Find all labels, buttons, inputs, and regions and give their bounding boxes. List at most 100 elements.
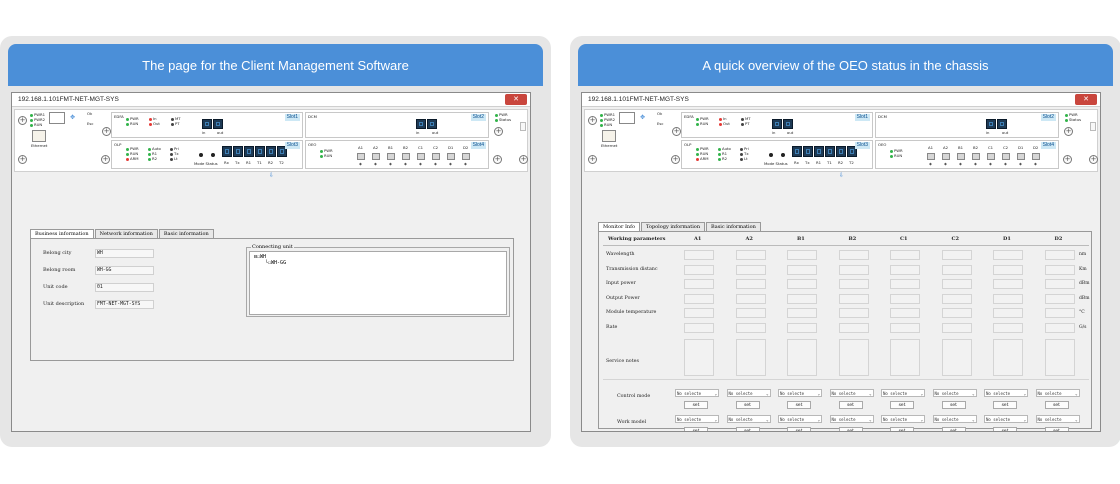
cell-B1-2[interactable] — [787, 279, 817, 289]
cell-C1-5[interactable] — [890, 322, 920, 333]
cell-B2-1[interactable] — [838, 264, 869, 275]
work-model-select-A1[interactable]: No selecte ⌄ — [675, 415, 719, 423]
unit-tree[interactable]: ⊟☐WH └☐WH-GG — [249, 251, 507, 315]
service-notes-D2[interactable] — [1044, 339, 1075, 376]
status-button-icon[interactable] — [781, 153, 785, 157]
cell-C2-1[interactable] — [941, 264, 972, 275]
cell-A2-2[interactable] — [735, 279, 766, 289]
cell-B1-0[interactable] — [787, 250, 817, 260]
work-model-set-A2[interactable]: set — [735, 427, 760, 431]
service-notes-B1[interactable] — [787, 339, 817, 376]
cell-A1-2[interactable] — [684, 279, 714, 289]
control-mode-set-B1[interactable]: set — [787, 401, 811, 409]
collapse-arrow-icon[interactable]: ⇩ — [839, 172, 844, 179]
control-mode-select-C1[interactable]: No selecte ⌄ — [881, 389, 925, 397]
control-mode-set-C2[interactable]: set — [941, 401, 966, 409]
scrollbar-thumb[interactable] — [520, 122, 526, 131]
cell-D1-4[interactable] — [993, 308, 1023, 318]
close-button[interactable]: ✕ — [505, 94, 527, 105]
field-value-1[interactable]: WH-GG — [95, 266, 154, 275]
control-mode-select-A2[interactable]: No selecte ⌄ — [726, 389, 771, 397]
work-model-select-C1[interactable]: No selecte ⌄ — [881, 415, 925, 423]
cell-D1-3[interactable] — [993, 293, 1023, 304]
close-button[interactable]: ✕ — [1075, 94, 1097, 105]
control-mode-select-D1[interactable]: No selecte ⌄ — [984, 389, 1028, 397]
cell-C2-5[interactable] — [941, 322, 972, 333]
cell-A1-5[interactable] — [684, 322, 714, 333]
control-mode-select-B1[interactable]: No selecte ⌄ — [778, 389, 822, 397]
cell-D2-5[interactable] — [1044, 322, 1075, 333]
cell-A2-4[interactable] — [735, 308, 766, 318]
work-model-set-D1[interactable]: set — [993, 427, 1017, 431]
work-model-set-B1[interactable]: set — [787, 427, 811, 431]
cell-D1-5[interactable] — [993, 322, 1023, 333]
work-model-select-C2[interactable]: No selecte ⌄ — [932, 415, 977, 423]
cell-C1-2[interactable] — [890, 279, 920, 289]
cell-A1-3[interactable] — [684, 293, 714, 304]
cell-A1-4[interactable] — [684, 308, 714, 318]
cell-A1-1[interactable] — [684, 264, 714, 275]
nav-pad-icon[interactable]: ✥ — [640, 114, 645, 121]
control-mode-select-D2[interactable]: No selecte ⌄ — [1035, 389, 1080, 397]
control-mode-select-A1[interactable]: No selecte ⌄ — [675, 389, 719, 397]
service-notes-C2[interactable] — [941, 339, 972, 376]
cell-B1-4[interactable] — [787, 308, 817, 318]
cell-B2-3[interactable] — [838, 293, 869, 304]
control-mode-set-B2[interactable]: set — [838, 401, 863, 409]
cell-B1-3[interactable] — [787, 293, 817, 304]
nav-pad-icon[interactable]: ✥ — [70, 114, 75, 121]
cell-C1-0[interactable] — [890, 250, 920, 260]
cell-A2-1[interactable] — [735, 264, 766, 275]
work-model-select-B1[interactable]: No selecte ⌄ — [778, 415, 822, 423]
cell-B2-5[interactable] — [838, 322, 869, 333]
cell-A2-5[interactable] — [735, 322, 766, 333]
cell-A2-3[interactable] — [735, 293, 766, 304]
work-model-select-B2[interactable]: No selecte ⌄ — [829, 415, 874, 423]
cell-B1-5[interactable] — [787, 322, 817, 333]
service-notes-B2[interactable] — [838, 339, 869, 376]
control-mode-select-C2[interactable]: No selecte ⌄ — [932, 389, 977, 397]
cell-C2-0[interactable] — [941, 250, 972, 260]
control-mode-set-A1[interactable]: set — [684, 401, 708, 409]
cell-B2-4[interactable] — [838, 308, 869, 318]
cell-C2-4[interactable] — [941, 308, 972, 318]
mode-button-icon[interactable] — [769, 153, 773, 157]
control-mode-set-D2[interactable]: set — [1044, 401, 1069, 409]
field-value-2[interactable]: 01 — [95, 283, 154, 292]
service-notes-A2[interactable] — [735, 339, 766, 376]
cell-A2-0[interactable] — [735, 250, 766, 260]
service-notes-A1[interactable] — [684, 339, 714, 376]
cell-B1-1[interactable] — [787, 264, 817, 275]
tree-child[interactable]: └☐WH-GG — [265, 260, 286, 266]
field-value-0[interactable]: WH — [95, 249, 154, 258]
cell-B2-0[interactable] — [838, 250, 869, 260]
cell-D2-4[interactable] — [1044, 308, 1075, 318]
cell-A1-0[interactable] — [684, 250, 714, 260]
work-model-set-C1[interactable]: set — [890, 427, 914, 431]
cell-D2-3[interactable] — [1044, 293, 1075, 304]
cell-C1-3[interactable] — [890, 293, 920, 304]
work-model-select-D1[interactable]: No selecte ⌄ — [984, 415, 1028, 423]
control-mode-select-B2[interactable]: No selecte ⌄ — [829, 389, 874, 397]
control-mode-set-C1[interactable]: set — [890, 401, 914, 409]
work-model-set-D2[interactable]: set — [1044, 427, 1069, 431]
cell-C1-4[interactable] — [890, 308, 920, 318]
status-button-icon[interactable] — [211, 153, 215, 157]
service-notes-C1[interactable] — [890, 339, 920, 376]
cell-C2-2[interactable] — [941, 279, 972, 289]
cell-D1-0[interactable] — [993, 250, 1023, 260]
work-model-set-C2[interactable]: set — [941, 427, 966, 431]
cell-D1-1[interactable] — [993, 264, 1023, 275]
field-value-3[interactable]: FMT-NET-MGT-SYS — [95, 300, 154, 309]
cell-B2-2[interactable] — [838, 279, 869, 289]
scrollbar-thumb[interactable] — [1090, 122, 1096, 131]
work-model-select-D2[interactable]: No selecte ⌄ — [1035, 415, 1080, 423]
work-model-select-A2[interactable]: No selecte ⌄ — [726, 415, 771, 423]
service-notes-D1[interactable] — [993, 339, 1023, 376]
collapse-arrow-icon[interactable]: ⇩ — [269, 172, 274, 179]
cell-D2-2[interactable] — [1044, 279, 1075, 289]
work-model-set-A1[interactable]: set — [684, 427, 708, 431]
work-model-set-B2[interactable]: set — [838, 427, 863, 431]
cell-D2-0[interactable] — [1044, 250, 1075, 260]
cell-D1-2[interactable] — [993, 279, 1023, 289]
